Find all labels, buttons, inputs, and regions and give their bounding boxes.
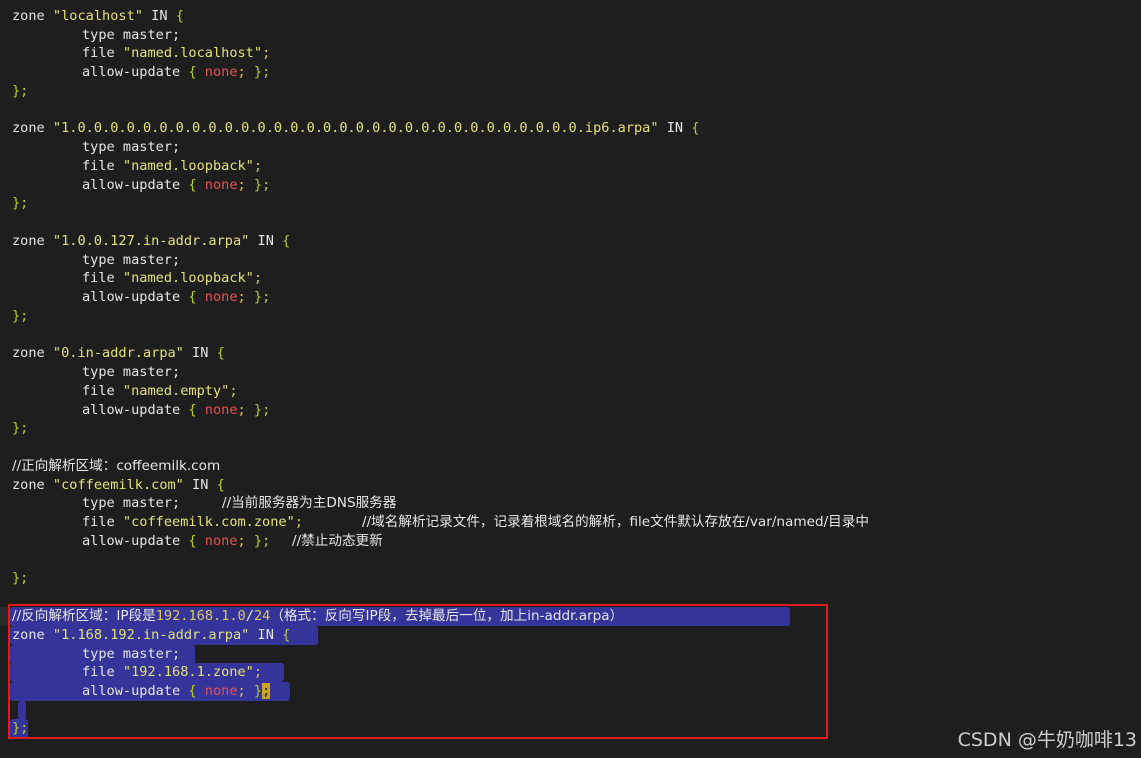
watermark: CSDN @牛奶咖啡13 bbox=[957, 729, 1137, 751]
code-comment: //域名解析记录文件，记录着根域名的解析，file文件默认存放在/var/nam… bbox=[362, 514, 869, 530]
code-comment: //当前服务器为主DNS服务器 bbox=[222, 495, 397, 511]
code-line: zone "1.0.0.127.in-addr.arpa" IN { bbox=[12, 233, 291, 249]
code-comment: //正向解析区域：coffeemilk.com bbox=[12, 458, 221, 474]
code-line: file "named.loopback"; bbox=[82, 158, 263, 174]
code-line: allow-update { none; }; bbox=[82, 289, 271, 305]
code-line: zone "coffeemilk.com" IN { bbox=[12, 477, 225, 493]
code-line: type master; bbox=[82, 495, 181, 511]
code-line: file "named.empty"; bbox=[82, 383, 238, 399]
code-line: file "named.loopback"; bbox=[82, 270, 263, 286]
code-line: allow-update { none; }; bbox=[82, 64, 271, 80]
code-line: allow-update { none; }; bbox=[82, 533, 271, 549]
code-line: zone "0.in-addr.arpa" IN { bbox=[12, 345, 225, 361]
code-line: }; bbox=[12, 195, 29, 211]
highlight-box bbox=[8, 604, 828, 739]
code-editor[interactable]: zone "localhost" IN { type master; file … bbox=[0, 0, 1141, 758]
code-line: file "named.localhost"; bbox=[82, 45, 271, 61]
code-line: type master; bbox=[82, 364, 181, 380]
code-line: type master; bbox=[82, 27, 181, 43]
code-line: }; bbox=[12, 420, 29, 436]
code-line: type master; bbox=[82, 252, 181, 268]
code-line: allow-update { none; }; bbox=[82, 402, 271, 418]
code-line: }; bbox=[12, 570, 29, 586]
code-line: }; bbox=[12, 83, 29, 99]
code-line: }; bbox=[12, 308, 29, 324]
code-comment: //禁止动态更新 bbox=[292, 533, 383, 549]
code-line: zone "localhost" IN { bbox=[12, 8, 184, 24]
code-line: file "coffeemilk.com.zone"; bbox=[82, 514, 303, 530]
code-line: allow-update { none; }; bbox=[82, 177, 271, 193]
code-line: zone "1.0.0.0.0.0.0.0.0.0.0.0.0.0.0.0.0.… bbox=[12, 120, 700, 136]
code-line: type master; bbox=[82, 139, 181, 155]
